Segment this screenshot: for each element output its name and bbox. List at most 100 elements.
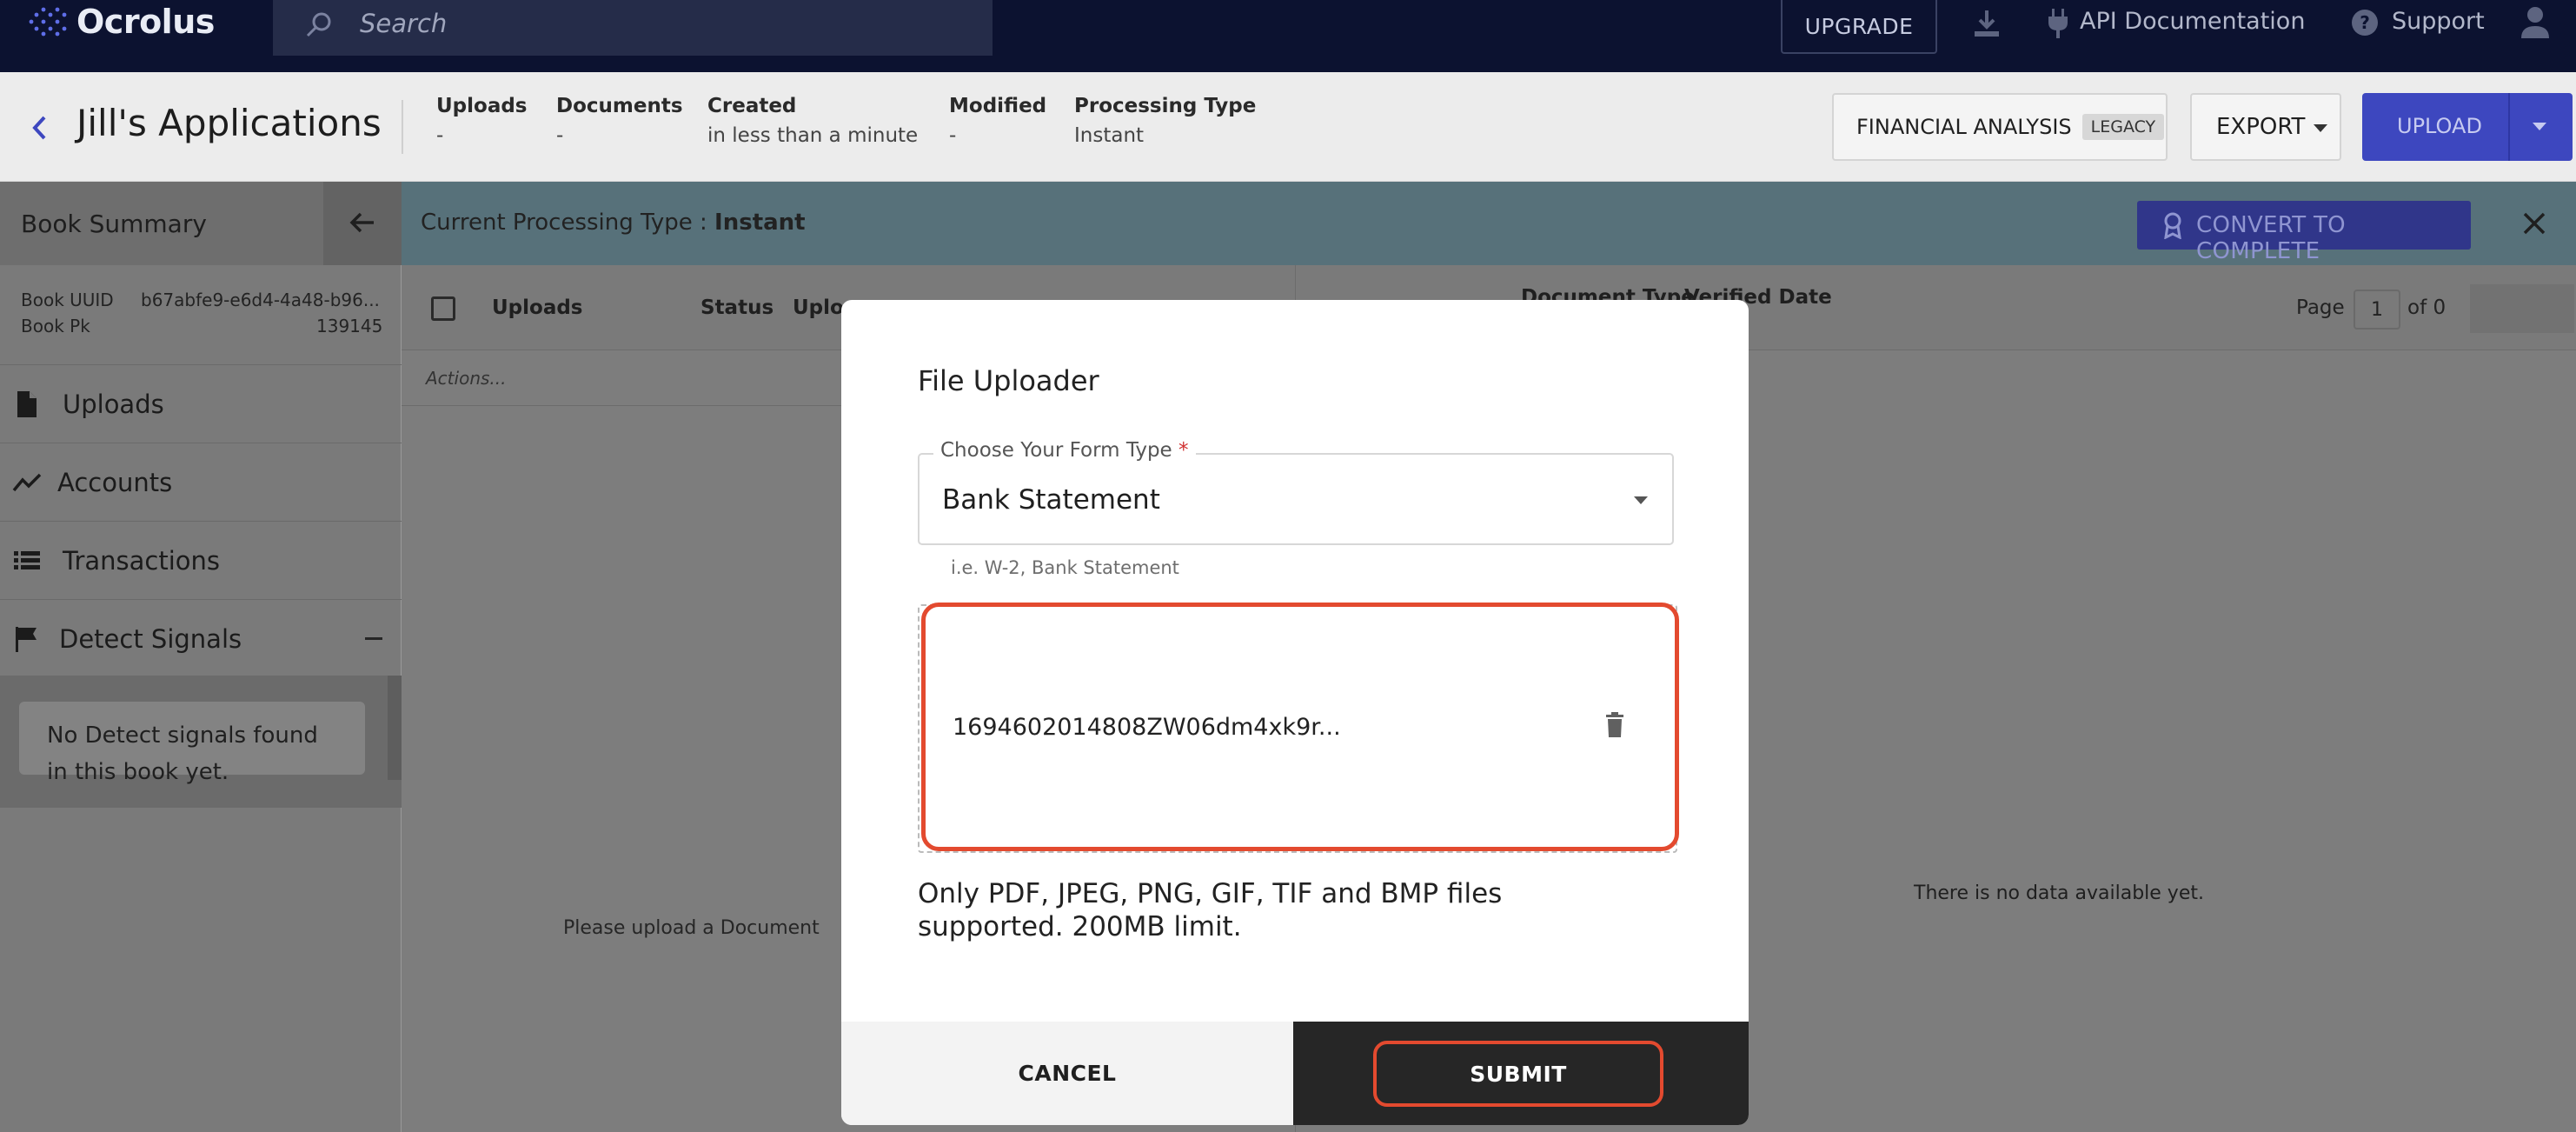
upload-split-button[interactable]: UPLOAD [2362, 93, 2573, 161]
select-all-checkbox[interactable] [431, 296, 455, 321]
banner-prefix: Current Processing Type : [421, 210, 715, 236]
submit-button[interactable]: SUBMIT [1293, 1022, 1749, 1125]
legacy-badge: LEGACY [2081, 114, 2165, 140]
column-header-uploads[interactable]: Uploads [492, 296, 583, 319]
required-mark: * [1178, 439, 1189, 462]
support-link[interactable]: Support [2392, 8, 2485, 35]
dialog-title: File Uploader [918, 364, 1099, 397]
meta-label: Modified [949, 95, 1047, 117]
empty-data-message: There is no data available yet. [1914, 882, 2204, 904]
financial-analysis-label: FINANCIAL ANALYSIS [1856, 115, 2072, 139]
logo-dots-icon [29, 7, 67, 37]
page-title: Jill's Applications [76, 102, 382, 144]
arrow-left-icon [349, 212, 374, 233]
form-type-label: Choose Your Form Type * [933, 439, 1196, 462]
sidebar-item-transactions[interactable]: Transactions [0, 521, 402, 599]
caret-down-icon[interactable] [2533, 123, 2546, 130]
list-icon [14, 551, 40, 569]
svg-text:?: ? [2360, 12, 2370, 33]
search-placeholder: Search [360, 9, 448, 38]
meta-value: - [949, 124, 957, 147]
sidebar-item-uploads[interactable]: Uploads [0, 364, 402, 443]
meta-created: Created in less than a minute [707, 95, 918, 147]
collapse-minus-icon[interactable] [365, 637, 382, 640]
financial-analysis-button[interactable]: FINANCIAL ANALYSIS LEGACY [1832, 93, 2168, 161]
form-type-helper: i.e. W-2, Bank Statement [951, 557, 1179, 578]
api-documentation-link[interactable]: API Documentation [2080, 8, 2305, 35]
file-uploader-dialog: File Uploader Choose Your Form Type * Ba… [841, 300, 1749, 1125]
meta-documents: Documents - [556, 95, 683, 147]
dialog-footer: CANCEL SUBMIT [841, 1022, 1749, 1125]
file-support-note: Only PDF, JPEG, PNG, GIF, TIF and BMP fi… [918, 878, 1503, 942]
export-label: EXPORT [2216, 114, 2306, 140]
search-icon [306, 12, 331, 37]
actions-label: Actions... [426, 368, 507, 389]
meta-value: - [436, 124, 444, 147]
left-sidebar: Book Summary Book UUID b67abfe9-e6d4-4a4… [0, 182, 402, 1132]
form-type-value: Bank Statement [942, 484, 1160, 516]
sidebar-item-accounts[interactable]: Accounts [0, 443, 402, 521]
column-header-uploaded[interactable]: Uplo [793, 296, 844, 319]
back-chevron-icon[interactable] [30, 114, 49, 142]
page-total: of 0 [2407, 296, 2447, 319]
award-icon [2164, 212, 2181, 239]
meta-processing-type: Processing Type Instant [1074, 95, 1256, 147]
upload-label: UPLOAD [2397, 114, 2482, 138]
trend-line-icon [12, 473, 42, 492]
sidebar-title: Book Summary [21, 210, 207, 238]
meta-label: Processing Type [1074, 95, 1257, 117]
search-input[interactable]: Search [273, 0, 993, 56]
split-divider [2508, 93, 2510, 161]
user-icon[interactable] [2519, 5, 2552, 40]
ocrolus-logo[interactable]: Ocrolus [26, 3, 215, 41]
cancel-button[interactable]: CANCEL [841, 1022, 1293, 1125]
scrollbar[interactable] [388, 676, 402, 780]
plug-icon [2048, 9, 2068, 38]
convert-to-complete-button[interactable]: CONVERT TO COMPLETE [2137, 201, 2471, 264]
help-circle-icon: ? [2352, 10, 2378, 36]
meta-value: Instant [1074, 124, 1145, 147]
upgrade-button[interactable]: UPGRADE [1781, 0, 1937, 54]
logo-text: Ocrolus [76, 3, 215, 41]
book-header: Jill's Applications Uploads - Documents … [0, 72, 2576, 182]
page-nav-arrows[interactable] [2470, 284, 2574, 333]
page-number-input[interactable]: 1 [2354, 290, 2400, 330]
convert-label: CONVERT TO COMPLETE [2196, 212, 2346, 264]
sidebar-item-label: Transactions [63, 546, 221, 576]
detect-signals-panel: No Detect signals found in this book yet… [0, 676, 402, 808]
column-header-status[interactable]: Status [700, 296, 773, 319]
caret-down-icon [1634, 496, 1648, 504]
banner-value: Instant [714, 210, 806, 236]
processing-type-banner: Current Processing Type : Instant CONVER… [402, 182, 2576, 265]
form-type-select[interactable]: Choose Your Form Type * Bank Statement [918, 439, 1674, 545]
banner-text: Current Processing Type : Instant [421, 210, 806, 236]
meta-value: - [556, 124, 564, 147]
submit-label: SUBMIT [1373, 1041, 1663, 1107]
document-icon [17, 391, 37, 417]
meta-uploads: Uploads - [436, 95, 528, 147]
flag-icon [16, 627, 37, 652]
book-pk-label: Book Pk [21, 316, 90, 336]
signals-empty-message: No Detect signals found in this book yet… [19, 702, 365, 785]
collapse-sidebar-button[interactable] [323, 182, 402, 265]
book-uuid-label: Book UUID [21, 290, 114, 310]
empty-uploads-message: Please upload a Document [563, 917, 820, 939]
uploaded-file-name: 1694602014808ZW06dm4xk9r... [953, 714, 1341, 741]
trash-icon[interactable] [1604, 712, 1625, 738]
book-uuid-value: b67abfe9-e6d4-4a48-b96... [141, 290, 380, 310]
download-icon[interactable] [1971, 7, 2002, 40]
header-divider [402, 100, 403, 154]
form-type-label-text: Choose Your Form Type [940, 439, 1172, 462]
book-pk-value: 139145 [316, 316, 383, 336]
meta-modified: Modified - [949, 95, 1046, 147]
sidebar-item-label: Accounts [57, 468, 173, 497]
top-navigation-bar: Ocrolus Search UPGRADE API Documentation… [0, 0, 2576, 72]
export-button[interactable]: EXPORT [2190, 93, 2341, 161]
meta-label: Uploads [436, 95, 528, 117]
meta-label: Documents [556, 95, 683, 117]
sidebar-header: Book Summary [0, 182, 402, 265]
sidebar-item-detect-signals[interactable]: Detect Signals [0, 599, 402, 677]
page-label: Page [2296, 296, 2345, 319]
close-icon[interactable] [2522, 211, 2546, 236]
caret-down-icon [2314, 124, 2327, 132]
